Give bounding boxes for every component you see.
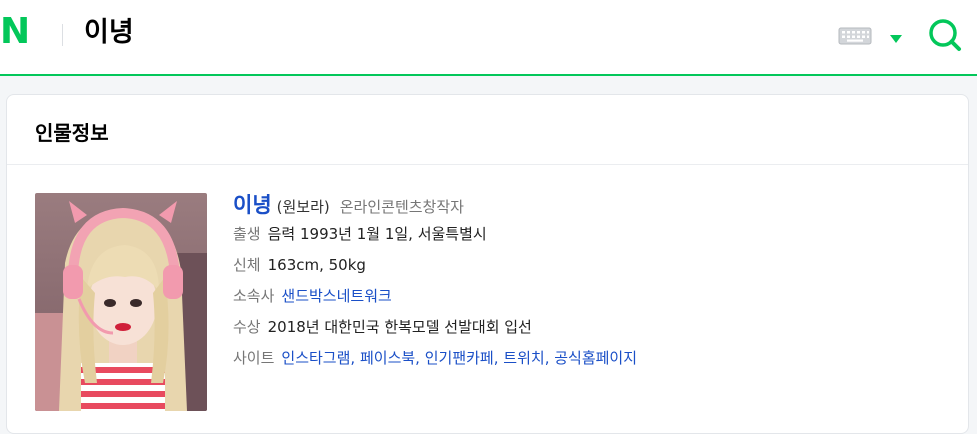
card-divider [7, 164, 968, 165]
search-query[interactable]: 이녕 [84, 17, 134, 49]
body-value: 163cm, 50kg [267, 256, 366, 274]
birth-label: 출생 [233, 225, 261, 243]
site-link-facebook[interactable]: 페이스북 [360, 349, 415, 367]
site-link-homepage[interactable]: 공식홈페이지 [554, 349, 637, 367]
site-separator: , [493, 349, 504, 367]
site-label: 사이트 [233, 349, 275, 367]
agency-link[interactable]: 샌드박스네트워크 [281, 287, 391, 305]
info-row-agency: 소속사 샌드박스네트워크 [233, 281, 953, 312]
keyboard-icon [838, 27, 872, 45]
site-link-instagram[interactable]: 인스타그램 [281, 349, 350, 367]
search-button[interactable] [924, 14, 964, 54]
site-link-fancafe[interactable]: 인기팬카페 [425, 349, 494, 367]
search-icon [929, 19, 961, 51]
naver-logo[interactable]: N [0, 14, 30, 50]
profile-photo[interactable] [35, 193, 207, 411]
site-separator: , [544, 349, 555, 367]
person-name-link[interactable]: 이녕 [233, 193, 272, 217]
info-row-birth: 출생 음력 1993년 1월 1일, 서울특별시 [233, 219, 953, 250]
header-divider [62, 24, 63, 46]
input-tool-dropdown[interactable] [888, 30, 904, 43]
occupation: 온라인콘텐츠창작자 [339, 198, 464, 216]
award-value: 2018년 대한민국 한복모델 선발대회 입선 [267, 318, 532, 336]
card-title: 인물정보 [35, 121, 109, 145]
site-link-twitch[interactable]: 트위치 [503, 349, 544, 367]
original-name: (원보라) [276, 198, 330, 216]
keyboard-button[interactable] [838, 26, 872, 46]
agency-label: 소속사 [233, 287, 275, 305]
birth-value: 음력 1993년 1월 1일, 서울특별시 [267, 225, 487, 243]
dropdown-caret-icon [890, 35, 902, 43]
award-label: 수상 [233, 318, 261, 336]
info-row-site: 사이트 인스타그램, 페이스북, 인기팬카페, 트위치, 공식홈페이지 [233, 343, 953, 374]
person-info-card: 인물정보 이녕 (원보라) 온라인콘텐츠창작자 출생 음력 1993년 1월 1… [6, 94, 969, 434]
person-info: 이녕 (원보라) 온라인콘텐츠창작자 출생 음력 1993년 1월 1일, 서울특별시… [233, 191, 953, 374]
info-row-award: 수상 2018년 대한민국 한복모델 선발대회 입선 [233, 312, 953, 343]
site-separator: , [350, 349, 360, 367]
body-label: 신체 [233, 256, 261, 274]
site-separator: , [415, 349, 425, 367]
name-row: 이녕 (원보라) 온라인콘텐츠창작자 [233, 191, 953, 219]
search-header: N 이녕 [0, 0, 977, 76]
info-row-body: 신체 163cm, 50kg [233, 250, 953, 281]
